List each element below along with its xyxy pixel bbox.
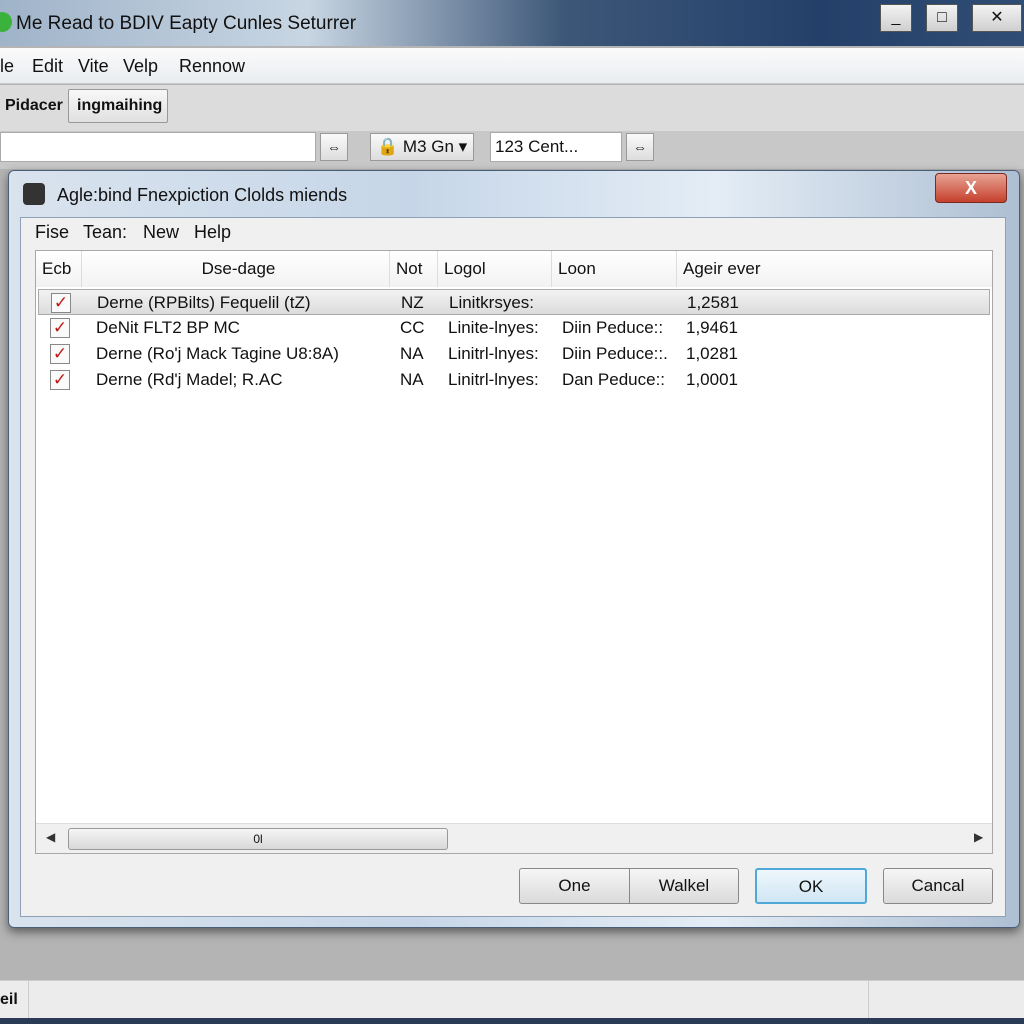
checkbox[interactable]: ✓	[51, 293, 71, 313]
tab-pidacer[interactable]: Pidacer	[0, 89, 72, 123]
search-input[interactable]	[0, 132, 316, 162]
row-loon: Diin Peduce::	[562, 318, 664, 337]
menu-file[interactable]: le	[0, 56, 14, 77]
row-not: NZ	[401, 293, 424, 312]
dialog-body: Fise Tean: New Help Ecb Dse-dage Not Log…	[20, 217, 1006, 917]
window-title: Me Read to BDIV Eapty Cunles Seturrer	[16, 13, 357, 34]
row-value: 1,2581	[687, 293, 739, 312]
table-row[interactable]: ✓ Derne (Rd'j Madel; R.AC NA Linitrl-lnyes:…	[38, 367, 990, 393]
row-loon: Diin Peduce::.	[562, 344, 668, 363]
horizontal-scrollbar[interactable]: ◀ 0l ▶	[36, 823, 992, 853]
dialog-menu-file[interactable]: Fise	[35, 222, 69, 243]
window-titlebar: Me Read to BDIV Eapty Cunles Seturrer _ …	[0, 0, 1024, 46]
m3-dropdown[interactable]: 🔒 M3 Gn ▾	[370, 133, 474, 161]
dialog-app-icon	[23, 183, 45, 205]
table-row[interactable]: ✓ Derne (Ro'j Mack Tagine U8:8A) NA Linitrl…	[38, 341, 990, 367]
column-header-ecb[interactable]: Ecb	[36, 251, 82, 287]
taskbar-edge	[0, 1018, 1024, 1024]
row-value: 1,0001	[686, 370, 738, 389]
cancel-button[interactable]: Cancal	[883, 868, 993, 904]
status-text: eil	[0, 991, 18, 1008]
checkbox[interactable]: ✓	[50, 344, 70, 364]
chevron-down-icon: ▾	[458, 137, 468, 156]
menu-help[interactable]: Velp	[123, 56, 158, 77]
menu-rennow[interactable]: Rennow	[179, 56, 245, 77]
menu-view[interactable]: Vite	[78, 56, 109, 77]
status-divider	[868, 981, 869, 1019]
column-header-value[interactable]: Ageir ever	[677, 251, 992, 287]
menu-bar: le Edit Vite Velp Rennow	[0, 48, 1024, 84]
row-not: NA	[400, 370, 424, 389]
column-header-description[interactable]: Dse-dage	[82, 251, 390, 287]
dialog-menu-new[interactable]: New	[143, 222, 179, 243]
status-bar: eil	[0, 980, 1024, 1019]
row-logol: Linitkrsyes:	[449, 293, 535, 312]
row-logol: Linite-lnyes:	[448, 318, 539, 337]
location-field[interactable]: 123 Cent...	[490, 132, 622, 162]
menu-edit[interactable]: Edit	[32, 56, 63, 77]
swap-icon-2[interactable]: ⇔	[626, 133, 654, 161]
row-logol: Linitrl-lnyes:	[448, 344, 539, 363]
row-value: 1,9461	[686, 318, 738, 337]
column-header-loon[interactable]: Loon	[552, 251, 677, 287]
dropdown-label: M3 Gn	[402, 137, 454, 156]
checkbox[interactable]: ✓	[50, 370, 70, 390]
table-row[interactable]: ✓ Derne (RPBilts) Fequelil (tZ) NZ Linitkrs…	[38, 289, 990, 315]
dialog-menu-team[interactable]: Tean:	[83, 222, 127, 243]
one-button[interactable]: One	[519, 868, 629, 904]
row-value: 1,0281	[686, 344, 738, 363]
items-list: Ecb Dse-dage Not Logol Loon Ageir ever ✓…	[35, 250, 993, 854]
swap-icon[interactable]: ⇔	[320, 133, 348, 161]
row-description: DeNit FLT2 BP MC	[96, 318, 240, 337]
status-divider	[28, 981, 29, 1019]
row-description: Derne (Ro'j Mack Tagine U8:8A)	[96, 344, 339, 363]
ok-button[interactable]: OK	[755, 868, 867, 904]
lock-icon: 🔒	[377, 137, 399, 156]
dialog-title: Agle:bind Fnexpiction Clolds miends	[57, 185, 348, 205]
checkbox[interactable]: ✓	[50, 318, 70, 338]
row-not: NA	[400, 344, 424, 363]
scroll-thumb[interactable]: 0l	[68, 828, 448, 850]
close-button[interactable]: ✕	[972, 4, 1022, 32]
dialog: Agle:bind Fnexpiction Clolds miends X Fi…	[8, 170, 1020, 928]
dialog-close-button[interactable]: X	[935, 173, 1007, 203]
row-description: Derne (Rd'j Madel; R.AC	[96, 370, 283, 389]
walkel-button[interactable]: Walkel	[629, 868, 739, 904]
dialog-menu-help[interactable]: Help	[194, 222, 231, 243]
row-logol: Linitrl-lnyes:	[448, 370, 539, 389]
address-row: ⇔ 🔒 M3 Gn ▾ 123 Cent... ⇔	[0, 131, 1024, 169]
tab-ingmaihing[interactable]: ingmaihing	[68, 89, 168, 123]
column-header-not[interactable]: Not	[390, 251, 438, 287]
maximize-button[interactable]: □	[926, 4, 958, 32]
toolbar: Pidacer ingmaihing	[0, 85, 1024, 131]
row-description: Derne (RPBilts) Fequelil (tZ)	[97, 293, 311, 312]
app-icon	[0, 12, 12, 32]
row-not: CC	[400, 318, 425, 337]
row-loon: Dan Peduce::	[562, 370, 666, 389]
dialog-menu-bar: Fise Tean: New Help	[21, 218, 1005, 248]
table-row[interactable]: ✓ DeNit FLT2 BP MC CC Linite-lnyes: Diin Ped…	[38, 315, 990, 341]
scroll-left-icon[interactable]: ◀	[46, 830, 55, 844]
scroll-right-icon[interactable]: ▶	[974, 830, 983, 844]
minimize-button[interactable]: _	[880, 4, 912, 32]
column-header-logol[interactable]: Logol	[438, 251, 552, 287]
